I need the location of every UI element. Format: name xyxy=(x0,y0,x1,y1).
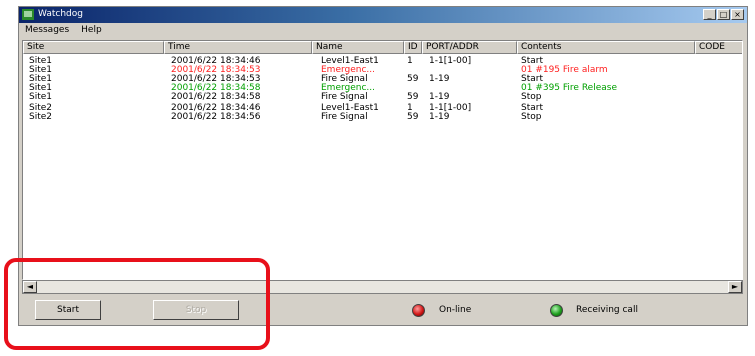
maximize-button[interactable]: □ xyxy=(717,9,730,20)
cell-contents: Stop xyxy=(521,92,542,102)
message-list[interactable]: Site Time Name ID PORT/ADDR Contents COD… xyxy=(22,40,743,280)
cell-id: 1 xyxy=(407,56,413,66)
cell-time: 2001/6/22 18:34:58 xyxy=(171,92,261,102)
cell-port-addr: 1-19 xyxy=(429,92,450,102)
cell-site: Site1 xyxy=(29,92,53,102)
cell-id: 59 xyxy=(407,74,419,84)
window-title: Watchdog xyxy=(38,9,83,19)
minimize-button[interactable]: _ xyxy=(703,9,716,20)
menu-help[interactable]: Help xyxy=(75,24,108,38)
cell-port-addr: 1-1[1-00] xyxy=(429,56,472,66)
cell-site: Site2 xyxy=(29,112,53,122)
cell-id: 59 xyxy=(407,92,419,102)
title-bar[interactable]: Watchdog _ □ × xyxy=(19,7,747,23)
highlight-box xyxy=(4,258,270,350)
column-header-contents[interactable]: Contents xyxy=(517,41,695,54)
receiving-call-indicator-icon xyxy=(550,304,563,317)
app-icon xyxy=(22,9,34,20)
menu-messages[interactable]: Messages xyxy=(19,24,75,38)
menu-bar: Messages Help xyxy=(19,24,747,38)
cell-id: 59 xyxy=(407,112,419,122)
online-indicator-icon xyxy=(412,304,425,317)
cell-contents: Stop xyxy=(521,112,542,122)
cell-name: Fire Signal xyxy=(321,92,368,102)
column-header-id[interactable]: ID xyxy=(404,41,422,54)
online-label: On-line xyxy=(439,305,472,315)
close-button[interactable]: × xyxy=(731,9,744,20)
cell-port-addr: 1-19 xyxy=(429,74,450,84)
receiving-call-label: Receiving call xyxy=(576,305,638,315)
column-header-site[interactable]: Site xyxy=(23,41,164,54)
cell-port-addr: 1-19 xyxy=(429,112,450,122)
scroll-right-arrow-icon[interactable]: ► xyxy=(728,281,742,293)
column-header-name[interactable]: Name xyxy=(312,41,404,54)
cell-time: 2001/6/22 18:34:56 xyxy=(171,112,261,122)
column-header-code[interactable]: CODE xyxy=(695,41,742,54)
column-header-port-addr[interactable]: PORT/ADDR xyxy=(422,41,517,54)
cell-name: Fire Signal xyxy=(321,112,368,122)
column-header-time[interactable]: Time xyxy=(164,41,312,54)
